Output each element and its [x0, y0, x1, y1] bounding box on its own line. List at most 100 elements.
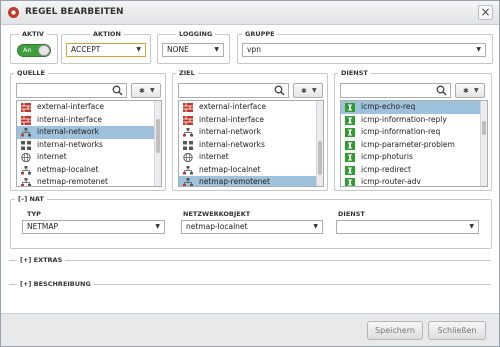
search-icon[interactable] [112, 85, 123, 96]
firewall-interface-icon [21, 103, 31, 112]
save-button[interactable]: Speichern [367, 321, 423, 340]
list-item[interactable]: internal-network [179, 126, 323, 139]
list-item[interactable]: icmp-echo-req [341, 101, 487, 114]
quelle-panel: QUELLE ✱ ▼ external-interface internal-in… [10, 69, 166, 191]
aktion-label: AKTION [90, 30, 124, 38]
aktion-select[interactable]: ACCEPT ▼ [66, 43, 146, 57]
list-item[interactable]: icmp-photuris [341, 151, 487, 164]
list-item[interactable]: internal-interface [179, 114, 323, 127]
gear-icon: ✱ [301, 87, 307, 95]
search-icon[interactable] [436, 85, 447, 96]
list-item-label: netmap-remotenet [199, 177, 270, 186]
list-item-label: icmp-parameter-problem [361, 139, 455, 149]
extras-divider [9, 260, 491, 261]
chevron-down-icon: ▼ [476, 46, 481, 53]
chevron-down-icon: ▼ [312, 87, 317, 94]
service-icon [345, 103, 355, 112]
gruppe-value: vpn [247, 45, 261, 54]
extras-toggle[interactable]: [+] EXTRAS [17, 256, 66, 264]
list-item[interactable]: internal-networks [179, 139, 323, 152]
service-icon [345, 128, 355, 137]
list-item-label: netmap-localnet [199, 164, 261, 174]
network-icon [21, 165, 31, 174]
list-item[interactable]: netmap-remotenet [17, 176, 161, 186]
list-item[interactable]: external-interface [17, 101, 161, 114]
scrollbar[interactable] [316, 101, 323, 186]
ziel-list[interactable]: external-interface internal-interface inte… [178, 100, 324, 187]
dienst-list[interactable]: icmp-echo-req icmp-information-reply icmp-… [340, 100, 488, 187]
aktiv-toggle[interactable]: An [17, 44, 51, 57]
list-item-label: internal-networks [199, 139, 265, 149]
aktion-group: AKTION ACCEPT ▼ [61, 30, 151, 64]
list-item[interactable]: internet [179, 151, 323, 164]
service-icon [345, 153, 355, 162]
ziel-label: ZIEL [176, 69, 198, 77]
list-item-label: external-interface [199, 102, 267, 111]
list-item-label: internal-network [37, 127, 99, 136]
scrollbar-thumb[interactable] [482, 121, 486, 135]
dienst-settings-button[interactable]: ✱ ▼ [455, 83, 485, 98]
list-item-label: external-interface [37, 102, 105, 111]
dienst-search-input[interactable] [340, 83, 451, 98]
list-item[interactable]: netmap-localnet [179, 164, 323, 177]
list-item[interactable]: internal-network [17, 126, 161, 139]
rule-icon [8, 7, 19, 18]
edit-rule-dialog: REGEL BEARBEITEN × AKTIV An AKTION ACCEP… [0, 0, 500, 347]
scrollbar[interactable] [480, 101, 487, 186]
network-icon [21, 178, 31, 186]
list-item[interactable]: icmp-information-reply [341, 114, 487, 127]
dienst-label: DIENST [338, 69, 371, 77]
list-item-label: internet [199, 152, 229, 161]
list-item[interactable]: netmap-localnet [17, 164, 161, 177]
quelle-search-input[interactable] [16, 83, 127, 98]
list-item[interactable]: internet [17, 151, 161, 164]
network-icon [183, 178, 193, 186]
network-icon [21, 128, 31, 137]
dialog-footer: Speichern Schließen [1, 313, 499, 346]
list-item[interactable]: netmap-remotenet [179, 176, 323, 186]
nat-section: [–] NAT TYP NETMAP ▼ NETZWERKOBJEKT netm… [10, 195, 492, 249]
list-item-label: internal-network [199, 127, 261, 136]
chevron-down-icon: ▼ [469, 223, 474, 230]
list-item-label: icmp-redirect [361, 164, 411, 174]
list-item-label: icmp-information-reply [361, 114, 447, 124]
nat-dienst-select[interactable]: ▼ [336, 220, 479, 234]
scrollbar[interactable] [154, 101, 161, 186]
search-icon[interactable] [274, 85, 285, 96]
logging-select[interactable]: NONE ▼ [162, 43, 224, 57]
ziel-settings-button[interactable]: ✱ ▼ [293, 83, 323, 98]
firewall-interface-icon [183, 115, 193, 125]
nat-toggle-label[interactable]: [–] NAT [15, 195, 47, 203]
scrollbar-thumb[interactable] [156, 119, 160, 153]
chevron-down-icon: ▼ [474, 87, 479, 94]
list-item[interactable]: icmp-redirect [341, 164, 487, 177]
quelle-settings-button[interactable]: ✱ ▼ [131, 83, 161, 98]
chevron-down-icon: ▼ [214, 46, 219, 53]
ziel-search-input[interactable] [178, 83, 289, 98]
nat-typ-value: NETMAP [27, 222, 59, 231]
quelle-label: QUELLE [14, 69, 48, 77]
list-item-label: netmap-remotenet [37, 177, 108, 186]
list-item[interactable]: icmp-parameter-problem [341, 139, 487, 152]
list-item-label: internet [37, 152, 67, 161]
close-button[interactable]: Schließen [428, 321, 486, 340]
quelle-list[interactable]: external-interface internal-interface inte… [16, 100, 162, 187]
scrollbar-thumb[interactable] [318, 141, 322, 175]
list-item[interactable]: external-interface [179, 101, 323, 114]
beschreibung-toggle[interactable]: [+] BESCHREIBUNG [17, 280, 94, 288]
toggle-knob [38, 45, 50, 56]
chevron-down-icon: ▼ [136, 46, 141, 53]
gruppe-select[interactable]: vpn ▼ [242, 43, 486, 57]
list-item[interactable]: icmp-router-adv [341, 176, 487, 186]
list-item-label: icmp-photuris [361, 152, 413, 161]
aktiv-group: AKTIV An [10, 30, 58, 64]
service-icon [345, 165, 355, 175]
nat-netzwerkobjekt-select[interactable]: netmap-localnet ▼ [181, 220, 323, 234]
list-item[interactable]: icmp-information-req [341, 126, 487, 139]
list-item[interactable]: internal-networks [17, 139, 161, 152]
logging-value: NONE [167, 45, 189, 54]
list-item[interactable]: internal-interface [17, 114, 161, 127]
nat-typ-select[interactable]: NETMAP ▼ [22, 220, 165, 234]
globe-icon [21, 153, 31, 162]
close-icon[interactable]: × [478, 5, 493, 20]
